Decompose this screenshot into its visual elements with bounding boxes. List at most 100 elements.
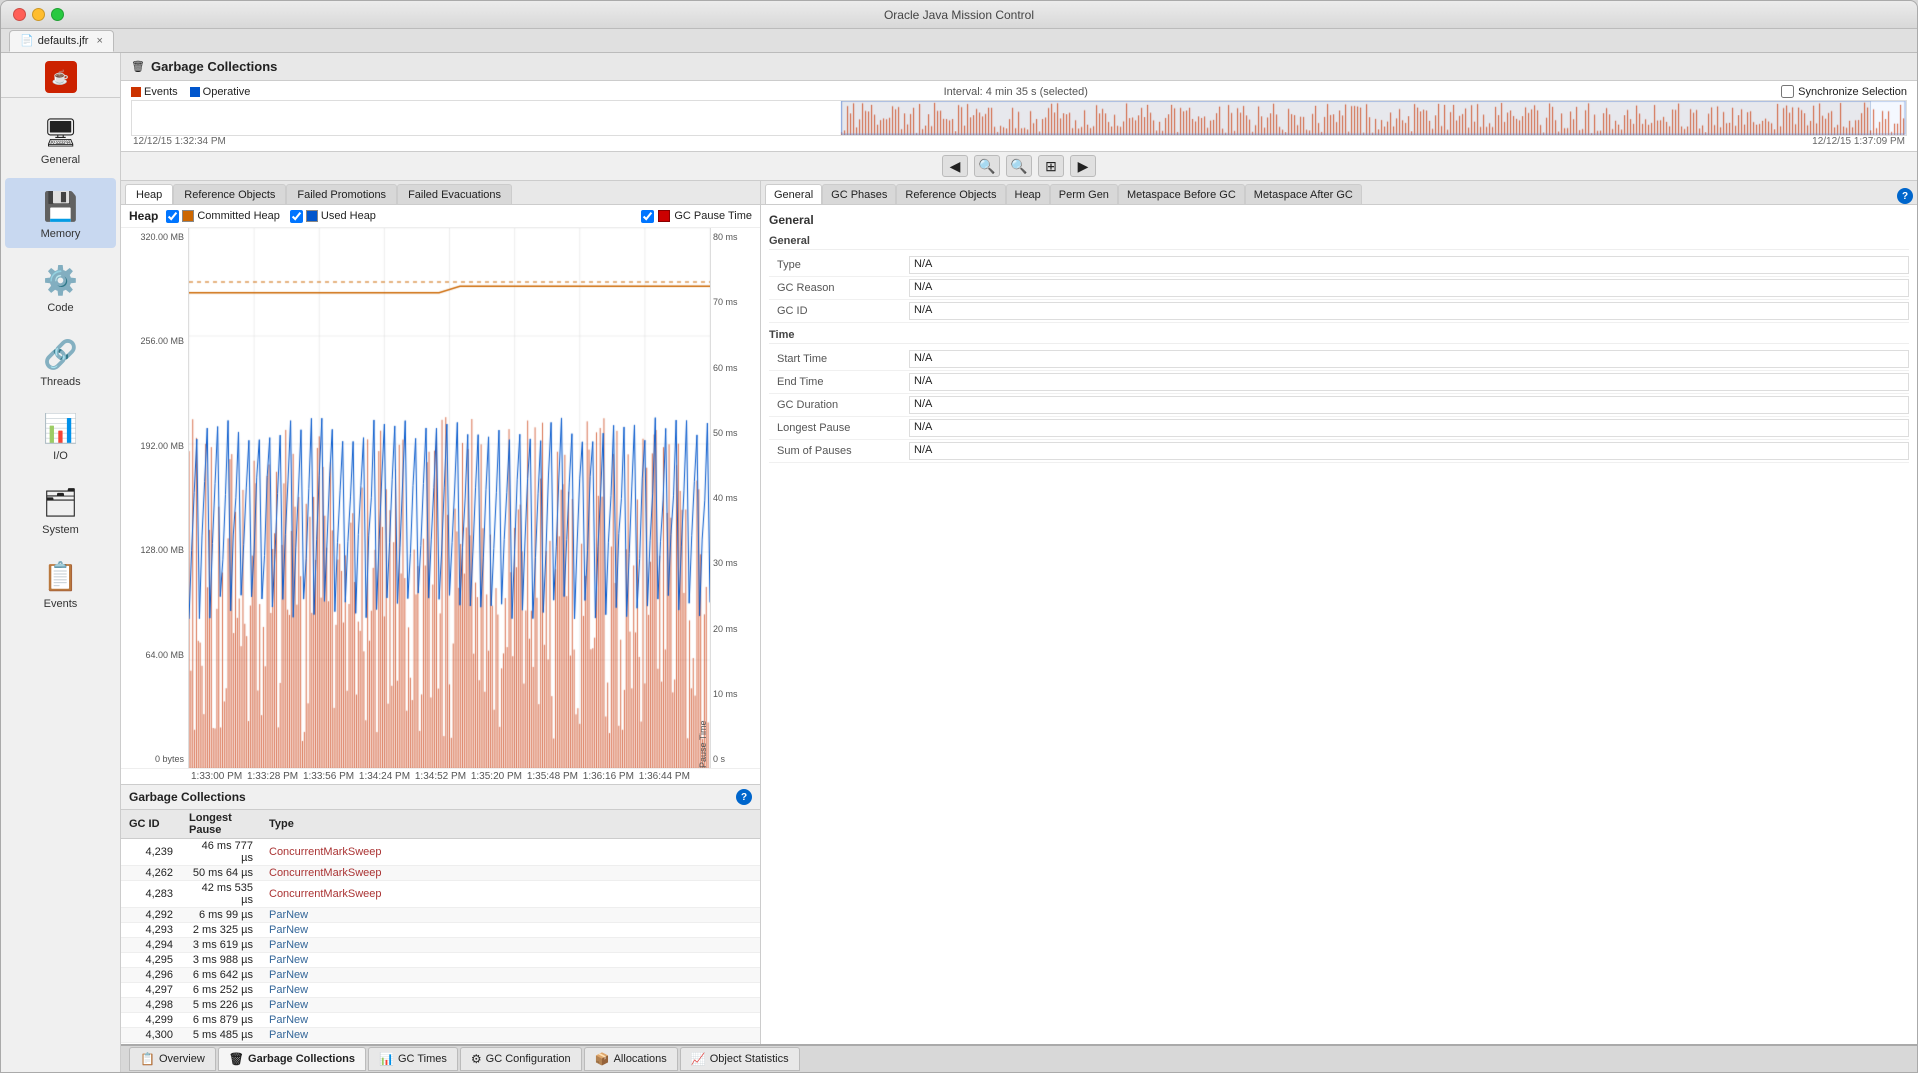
bottom-tab-gc-configuration[interactable]: ⚙GC Configuration	[460, 1047, 582, 1071]
detail-tab-metaspace-before-gc[interactable]: Metaspace Before GC	[1118, 184, 1245, 204]
type-cell: ParNew	[261, 1013, 760, 1028]
detail-field-value: N/A	[909, 302, 1909, 320]
maximize-button[interactable]	[51, 8, 64, 21]
y-axis-left: 320.00 MB 256.00 MB 192.00 MB 128.00 MB …	[121, 228, 189, 768]
detail-field-label: GC Reason	[769, 282, 909, 294]
sidebar-label-code: Code	[47, 302, 73, 314]
heap-tab-failevac[interactable]: Failed Evacuations	[397, 184, 512, 204]
sidebar-label-system: System	[42, 524, 79, 536]
table-row[interactable]: 4,262 50 ms 64 µs ConcurrentMarkSweep	[121, 866, 760, 881]
detail-field-value: N/A	[909, 279, 1909, 297]
detail-field-label: Longest Pause	[769, 422, 909, 434]
nav-zoom-in-button[interactable]: 🔍	[974, 155, 1000, 177]
type-cell: ParNew	[261, 953, 760, 968]
nav-zoom-out-button[interactable]: 🔍	[1006, 155, 1032, 177]
table-row[interactable]: 4,297 6 ms 252 µs ParNew	[121, 983, 760, 998]
heap-tab-failevac-label: Failed Evacuations	[408, 189, 501, 201]
sidebar: ☕ 🖥 General 💾 Memory ⚙️ Code 🔗 Threads 📊…	[1, 53, 121, 1072]
title-bar: Oracle Java Mission Control	[1, 1, 1917, 29]
table-row[interactable]: 4,283 42 ms 535 µs ConcurrentMarkSweep	[121, 881, 760, 908]
gc-table-scroll[interactable]: GC ID Longest Pause Type 4,239 46 ms 777…	[121, 810, 760, 1044]
sidebar-label-events: Events	[44, 598, 78, 610]
bottom-tab-icon: 📋	[140, 1052, 155, 1066]
x-label-7: 1:36:16 PM	[583, 771, 634, 782]
events-color	[131, 87, 141, 97]
committed-heap-checkbox[interactable]	[166, 210, 179, 223]
heap-tab-failprom[interactable]: Failed Promotions	[286, 184, 397, 204]
memory-icon: 💾	[41, 186, 81, 226]
nav-fit-button[interactable]: ⊞	[1038, 155, 1064, 177]
pause-cell: 3 ms 619 µs	[181, 938, 261, 953]
table-row[interactable]: 4,296 6 ms 642 µs ParNew	[121, 968, 760, 983]
detail-tab-perm-gen[interactable]: Perm Gen	[1050, 184, 1118, 204]
detail-field-label: Sum of Pauses	[769, 445, 909, 457]
gc-id-cell: 4,300	[121, 1028, 181, 1043]
nav-back-button[interactable]: ◀	[942, 155, 968, 177]
sidebar-item-memory[interactable]: 💾 Memory	[5, 178, 116, 248]
bottom-tab-overview[interactable]: 📋Overview	[129, 1047, 216, 1071]
detail-field-label: GC Duration	[769, 399, 909, 411]
chart-area: 320.00 MB 256.00 MB 192.00 MB 128.00 MB …	[121, 228, 760, 768]
table-row[interactable]: 4,293 2 ms 325 µs ParNew	[121, 923, 760, 938]
gc-id-cell: 4,294	[121, 938, 181, 953]
detail-row: GC Duration N/A	[769, 394, 1909, 417]
main-window: Oracle Java Mission Control 📄 defaults.j…	[0, 0, 1918, 1073]
content-area: 🗑 Garbage Collections Events Operative	[121, 53, 1917, 1072]
sidebar-item-events[interactable]: 📋 Events	[5, 548, 116, 618]
detail-tab-reference-objects[interactable]: Reference Objects	[896, 184, 1005, 204]
sync-selection[interactable]: Synchronize Selection	[1781, 85, 1907, 98]
bottom-tab-allocations[interactable]: 📦Allocations	[584, 1047, 678, 1071]
overview-top: Events Operative Interval: 4 min 35 s (s…	[131, 85, 1907, 98]
gc-id-cell: 4,299	[121, 1013, 181, 1028]
col-longest-pause[interactable]: Longest Pause	[181, 810, 261, 839]
gc-pause-checkbox[interactable]	[641, 210, 654, 223]
interval-label: Interval: 4 min 35 s (selected)	[944, 86, 1088, 98]
bottom-tab-object-statistics[interactable]: 📈Object Statistics	[680, 1047, 800, 1071]
detail-tab-gc-phases[interactable]: GC Phases	[822, 184, 896, 204]
heap-tab-heap-label: Heap	[136, 189, 162, 201]
sync-checkbox[interactable]	[1781, 85, 1794, 98]
sidebar-item-general[interactable]: 🖥 General	[5, 104, 116, 174]
sidebar-item-threads[interactable]: 🔗 Threads	[5, 326, 116, 396]
nav-forward-button[interactable]: ▶	[1070, 155, 1096, 177]
table-row[interactable]: 4,299 6 ms 879 µs ParNew	[121, 1013, 760, 1028]
sidebar-item-io[interactable]: 📊 I/O	[5, 400, 116, 470]
sidebar-label-io: I/O	[53, 450, 68, 462]
sidebar-label-threads: Threads	[40, 376, 80, 388]
bottom-tab-garbage-collections[interactable]: 🗑Garbage Collections	[218, 1047, 366, 1071]
detail-row: Sum of Pauses N/A	[769, 440, 1909, 463]
sidebar-item-system[interactable]: 🗂 System	[5, 474, 116, 544]
file-tab[interactable]: 📄 defaults.jfr ×	[9, 30, 114, 52]
detail-help-icon[interactable]: ?	[1897, 188, 1913, 204]
bottom-tab-gc-times[interactable]: 📊GC Times	[368, 1047, 458, 1071]
detail-tab-metaspace-after-gc[interactable]: Metaspace After GC	[1245, 184, 1362, 204]
heap-tab-heap[interactable]: Heap	[125, 184, 173, 204]
code-icon: ⚙️	[41, 260, 81, 300]
sidebar-item-code[interactable]: ⚙️ Code	[5, 252, 116, 322]
detail-tab-heap[interactable]: Heap	[1006, 184, 1050, 204]
heap-tab-refobj-label: Reference Objects	[184, 189, 275, 201]
bottom-tab-icon: 📦	[595, 1052, 610, 1066]
table-row[interactable]: 4,295 3 ms 988 µs ParNew	[121, 953, 760, 968]
close-button[interactable]	[13, 8, 26, 21]
minimize-button[interactable]	[32, 8, 45, 21]
table-row[interactable]: 4,239 46 ms 777 µs ConcurrentMarkSweep	[121, 839, 760, 866]
detail-field-label: Start Time	[769, 353, 909, 365]
table-row[interactable]: 4,292 6 ms 99 µs ParNew	[121, 908, 760, 923]
table-row[interactable]: 4,300 5 ms 485 µs ParNew	[121, 1028, 760, 1043]
gc-table-help-icon[interactable]: ?	[736, 789, 752, 805]
col-gc-id[interactable]: GC ID	[121, 810, 181, 839]
table-row[interactable]: 4,294 3 ms 619 µs ParNew	[121, 938, 760, 953]
detail-tab-general[interactable]: General	[765, 184, 822, 204]
y-label-320: 320.00 MB	[125, 232, 184, 242]
y-label-128: 128.00 MB	[125, 545, 184, 555]
used-heap-checkbox[interactable]	[290, 210, 303, 223]
heap-tab-refobj[interactable]: Reference Objects	[173, 184, 286, 204]
time-start: 12/12/15 1:32:34 PM	[133, 136, 226, 147]
detail-field-value: N/A	[909, 419, 1909, 437]
file-icon: 📄	[20, 34, 34, 47]
table-row[interactable]: 4,298 5 ms 226 µs ParNew	[121, 998, 760, 1013]
pause-cell: 2 ms 325 µs	[181, 923, 261, 938]
col-type[interactable]: Type	[261, 810, 760, 839]
close-tab-icon[interactable]: ×	[96, 35, 102, 47]
